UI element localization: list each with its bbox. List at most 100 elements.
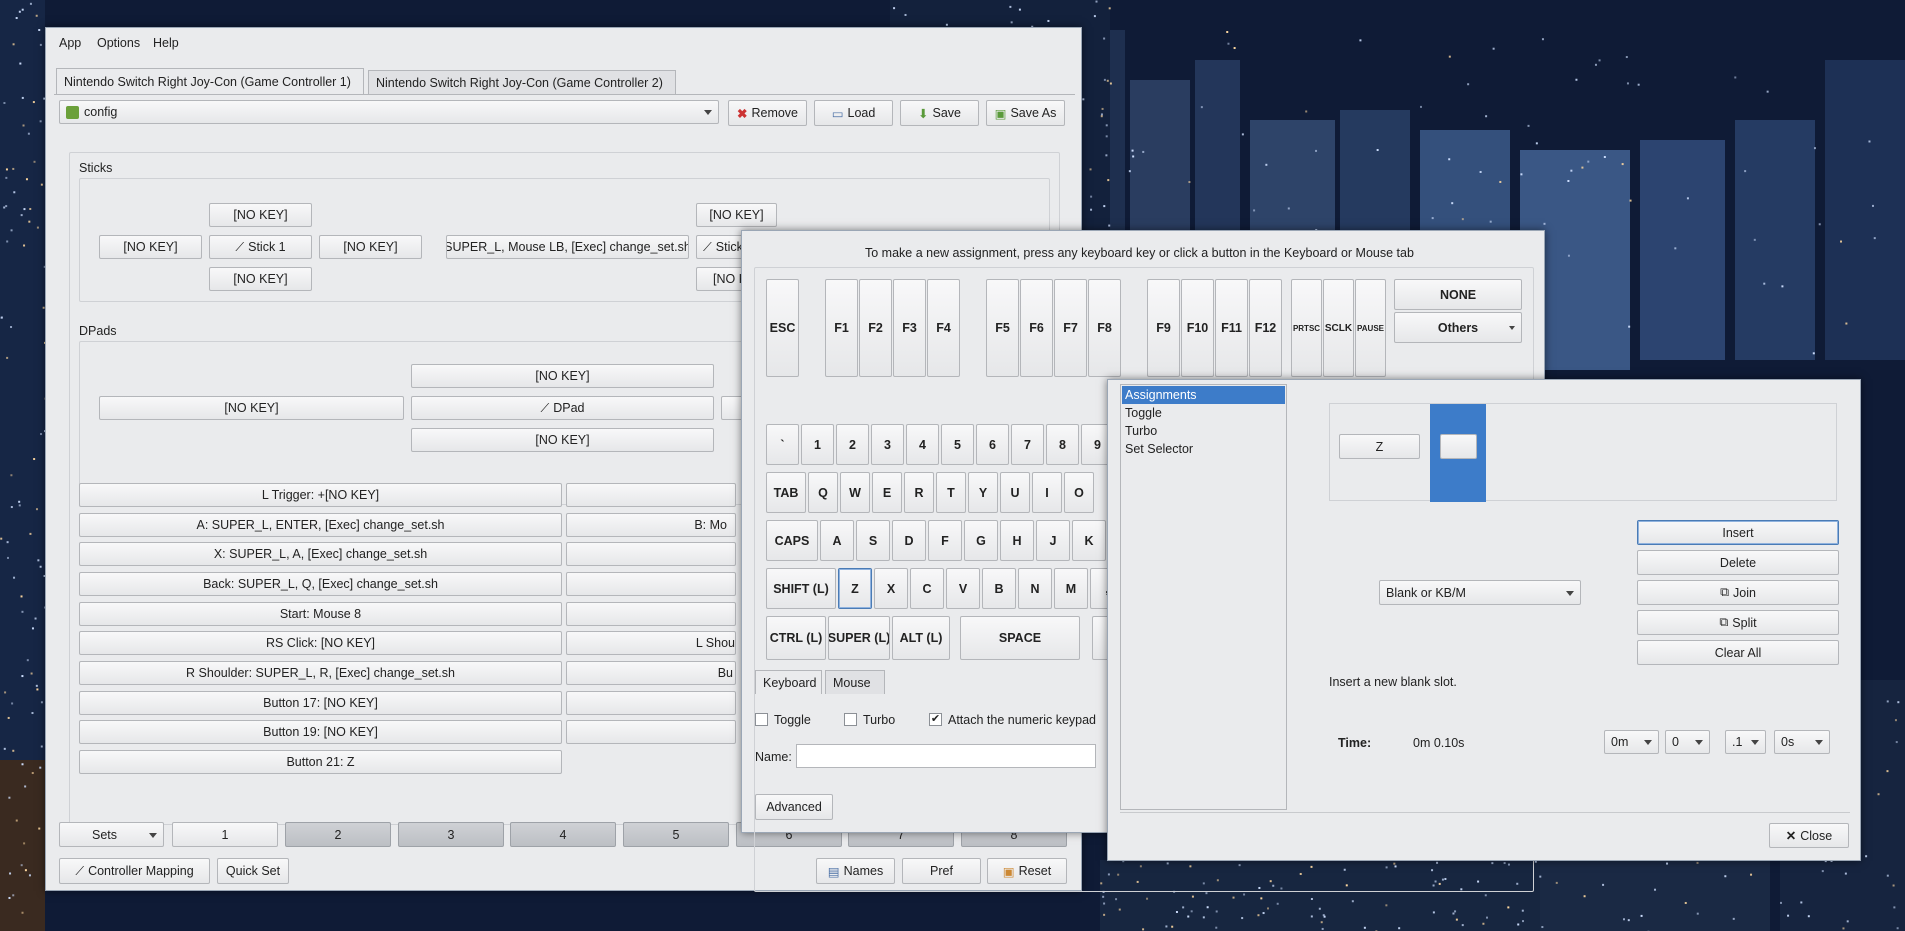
time-fraction-select[interactable]: .1 [1725,730,1766,754]
clear-all-button[interactable]: Clear All [1637,640,1839,665]
button-right-8[interactable] [566,691,736,715]
time-seconds-select[interactable]: 0 [1665,730,1710,754]
set-5-button[interactable]: 5 [623,822,729,847]
name-input[interactable] [796,744,1096,768]
load-button[interactable]: ▭ Load [814,100,893,126]
list-item-toggle[interactable]: Toggle [1122,404,1285,422]
tab-keyboard[interactable]: Keyboard [755,670,822,694]
keypad-checkbox[interactable]: ✔ [929,713,942,726]
controller-mapping-button[interactable]: ⟋ Controller Mapping [59,858,210,884]
key-7[interactable]: 7 [1011,424,1044,465]
key-caps[interactable]: CAPS [766,520,818,561]
key-b[interactable]: B [982,568,1016,609]
insert-button[interactable]: Insert [1637,520,1839,545]
sets-select[interactable]: Sets [59,822,164,847]
key-3[interactable]: 3 [871,424,904,465]
key-f1[interactable]: F1 [825,279,858,377]
button-right-3[interactable] [566,542,736,566]
key-r[interactable]: R [904,472,934,513]
key-w[interactable]: W [840,472,870,513]
button-right-5[interactable] [566,602,736,626]
toggle-checkbox[interactable] [755,713,768,726]
key-f5[interactable]: F5 [986,279,1019,377]
dpad-left[interactable]: [NO KEY] [99,396,404,420]
key-super-l[interactable]: SUPER (L) [828,616,890,660]
key-y[interactable]: Y [968,472,998,513]
remove-button[interactable]: ✖ Remove [728,100,807,126]
advanced-button[interactable]: Advanced [755,794,833,820]
button-right-7[interactable]: Bu [566,661,736,685]
button-17[interactable]: Button 17: [NO KEY] [79,691,562,715]
set-2-button[interactable]: 2 [285,822,391,847]
key-alt-l[interactable]: ALT (L) [892,616,950,660]
set-4-button[interactable]: 4 [510,822,616,847]
button-r-shoulder[interactable]: R Shoulder: SUPER_L, R, [Exec] change_se… [79,661,562,685]
profile-select[interactable]: config [59,100,719,124]
key-k[interactable]: K [1072,520,1106,561]
button-rs-click[interactable]: RS Click: [NO KEY] [79,631,562,655]
turbo-checkbox[interactable] [844,713,857,726]
button-back[interactable]: Back: SUPER_L, Q, [Exec] change_set.sh [79,572,562,596]
tab-controller-2[interactable]: Nintendo Switch Right Joy-Con (Game Cont… [368,70,676,94]
key-q[interactable]: Q [808,472,838,513]
key-sclk[interactable]: SCLK [1323,279,1354,377]
button-19[interactable]: Button 19: [NO KEY] [79,720,562,744]
key-5[interactable]: 5 [941,424,974,465]
set-3-button[interactable]: 3 [398,822,504,847]
key-6[interactable]: 6 [976,424,1009,465]
key-o[interactable]: O [1064,472,1094,513]
key-shift-l[interactable]: SHIFT (L) [766,568,836,609]
empty-slot-button[interactable] [1440,434,1477,459]
key-c[interactable]: C [910,568,944,609]
tab-mouse[interactable]: Mouse [825,670,885,694]
close-button[interactable]: ✕ Close [1769,823,1849,848]
key-f[interactable]: F [928,520,962,561]
save-button[interactable]: ⬇ Save [900,100,979,126]
button-l-shoulder[interactable]: L Shou [566,631,736,655]
stick2-up[interactable]: [NO KEY] [696,203,777,227]
key-f8[interactable]: F8 [1088,279,1121,377]
key-f7[interactable]: F7 [1054,279,1087,377]
key-8[interactable]: 8 [1046,424,1079,465]
button-right-9[interactable] [566,720,736,744]
slot-type-select[interactable]: Blank or KB/M [1379,580,1581,605]
slot-key-button[interactable]: Z [1339,434,1420,459]
key-j[interactable]: J [1036,520,1070,561]
stick2-left[interactable]: SUPER_L, Mouse LB, [Exec] change_set.sh [446,235,689,259]
key-4[interactable]: 4 [906,424,939,465]
key-f9[interactable]: F9 [1147,279,1180,377]
key-f4[interactable]: F4 [927,279,960,377]
key-g[interactable]: G [964,520,998,561]
key-n[interactable]: N [1018,568,1052,609]
key-f10[interactable]: F10 [1181,279,1214,377]
button-21[interactable]: Button 21: Z [79,750,562,774]
stick1-right[interactable]: [NO KEY] [319,235,422,259]
key-f12[interactable]: F12 [1249,279,1282,377]
save-as-button[interactable]: ▣ Save As [986,100,1065,126]
button-b[interactable]: B: Mo [566,513,736,537]
dpad-down[interactable]: [NO KEY] [411,428,714,452]
menu-app[interactable]: App [59,36,81,50]
key-f2[interactable]: F2 [859,279,892,377]
key-ctrl-l[interactable]: CTRL (L) [766,616,826,660]
set-1-button[interactable]: 1 [172,822,278,847]
menu-options[interactable]: Options [97,36,140,50]
key-t[interactable]: T [936,472,966,513]
button-l-trigger[interactable]: L Trigger: +[NO KEY] [79,483,562,507]
key-f3[interactable]: F3 [893,279,926,377]
others-select[interactable]: Others [1394,312,1522,343]
key-x[interactable]: X [874,568,908,609]
key-h[interactable]: H [1000,520,1034,561]
key-f6[interactable]: F6 [1020,279,1053,377]
time-mode-select[interactable]: 0s [1774,730,1830,754]
key-m[interactable]: M [1054,568,1088,609]
key-d[interactable]: D [892,520,926,561]
key-1[interactable]: 1 [801,424,834,465]
split-button[interactable]: ⧉ Split [1637,610,1839,635]
time-minutes-select[interactable]: 0m [1604,730,1659,754]
key-space[interactable]: SPACE [960,616,1080,660]
key-prtsc[interactable]: PRTSC [1291,279,1322,377]
key-a[interactable]: A [820,520,854,561]
list-item-set-selector[interactable]: Set Selector [1122,440,1285,458]
key-backtick[interactable]: ` [766,424,799,465]
